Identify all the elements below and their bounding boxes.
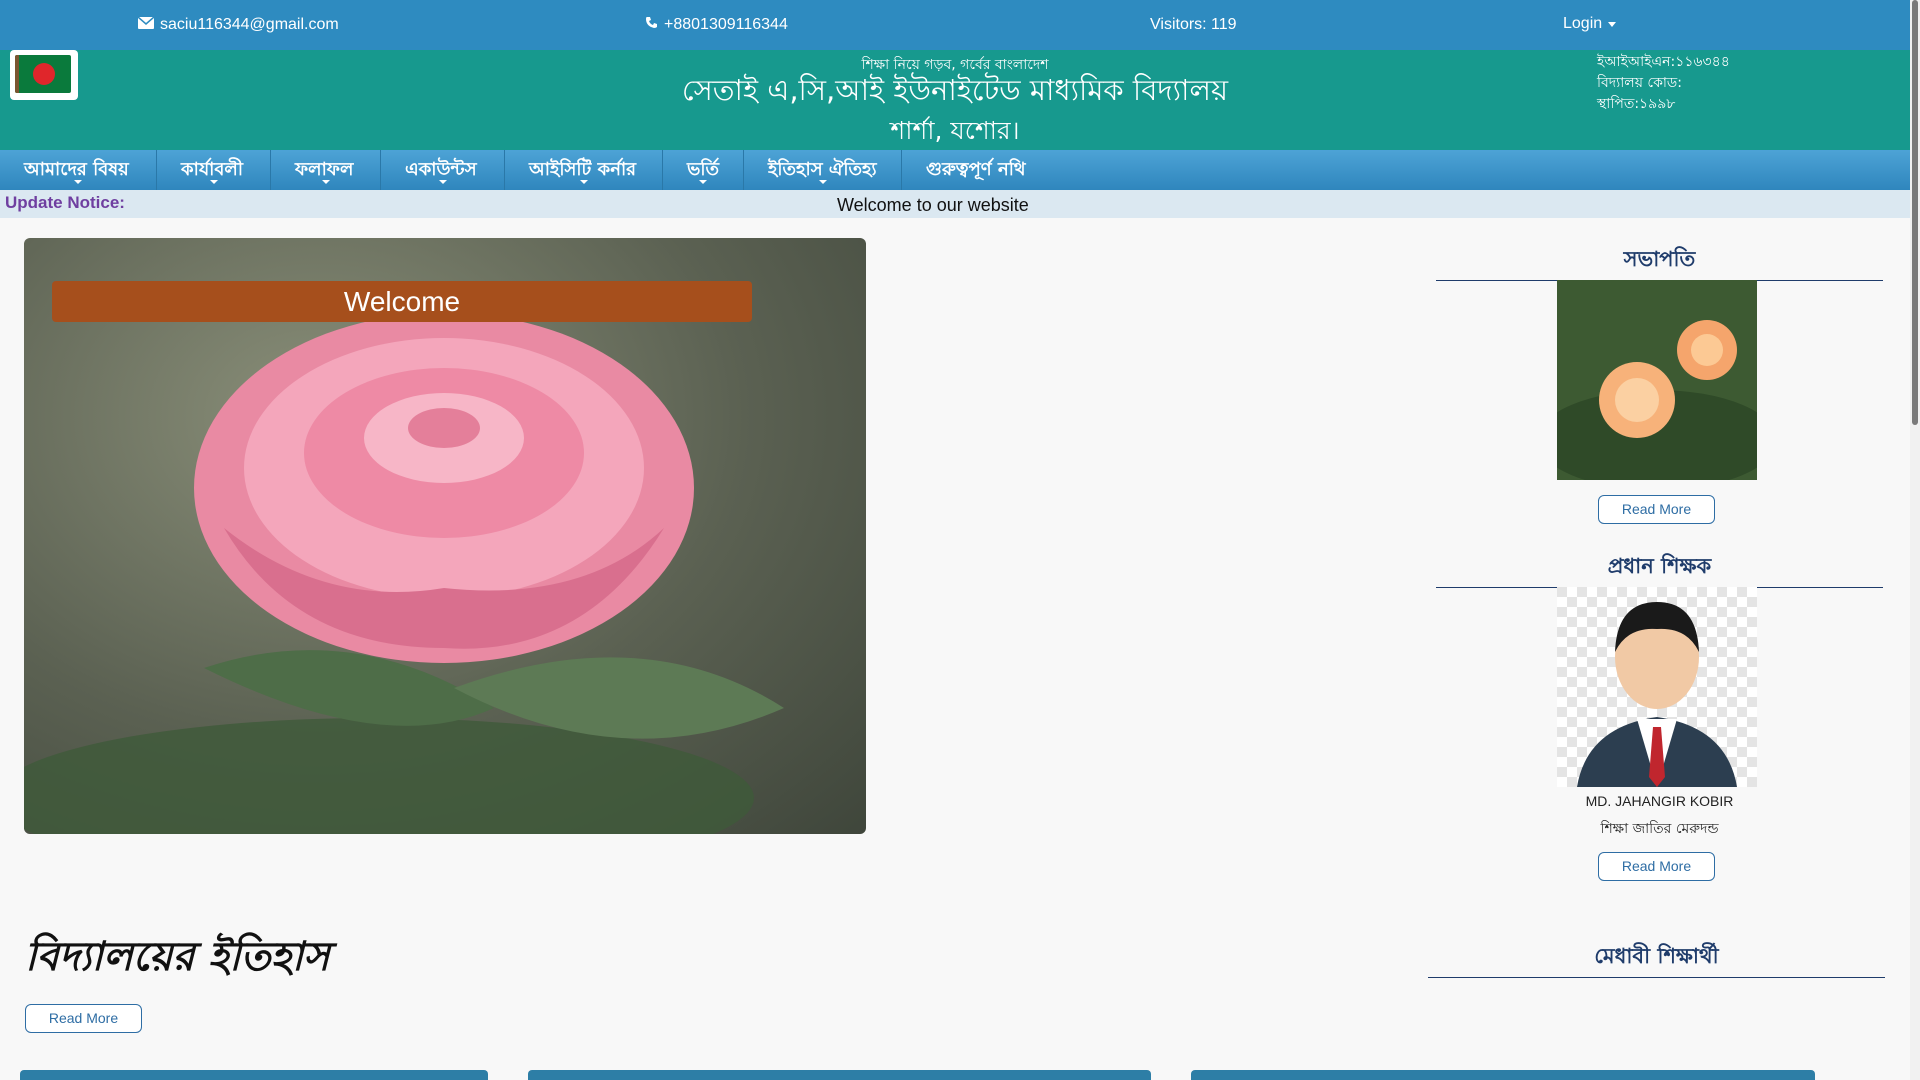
main-nav: আমাদের বিষয় কার্যাবলী ফলাফল একাউন্টস আই… [0,150,1910,190]
president-read-more-button[interactable]: Read More [1598,495,1715,524]
school-code: বিদ্যালয় কোড: [1597,75,1682,91]
history-read-more-button[interactable]: Read More [25,1004,142,1033]
login-dropdown[interactable]: Login [1563,15,1617,33]
visitors-text: Visitors: 119 [1150,16,1237,33]
caret-down-icon [699,180,707,184]
nav-item-results[interactable]: ফলাফল [271,150,381,190]
president-title: সভাপতি [1436,243,1883,281]
site-header: শিক্ষা নিয়ে গড়ব, গর্বের বাংলাদেশ সেতাই… [0,50,1910,150]
email-link[interactable]: saciu116344@gmail.com [137,16,339,34]
nav-item-ict-corner[interactable]: আইসিটি কর্নার [505,150,663,190]
school-location: শার্শা, যশোর। [890,116,1020,145]
nav-item-history-heritage[interactable]: ইতিহাস ঐতিহ্য [744,150,902,190]
login-label: Login [1563,15,1603,32]
scrollbar-thumb[interactable] [1912,0,1918,425]
caret-down-icon [438,180,447,184]
rose-image [24,313,784,834]
caret-down-icon [321,180,330,184]
caret-down-icon [818,180,827,184]
nav-item-admission[interactable]: ভর্তি [663,150,744,190]
headmaster-title: প্রধান শিক্ষক [1436,550,1883,588]
envelope-icon [137,16,155,34]
nav-label: গুরুত্বপূর্ণ নথি [926,158,1026,180]
caret-down-icon [579,180,588,184]
nav-item-important-documents[interactable]: গুরুত্বপূর্ণ নথি [902,150,1058,190]
caret-down-icon [1608,21,1617,27]
top-bar: saciu116344@gmail.com +8801309116344 Vis… [0,0,1910,50]
bottom-panel-center [528,1070,1151,1080]
bottom-panel-right [1191,1070,1815,1080]
nav-item-our-subjects[interactable]: আমাদের বিষয় [0,150,157,190]
nav-item-activities[interactable]: কার্যাবলী [157,150,271,190]
caret-down-icon [74,180,82,184]
phone-text: +8801309116344 [664,16,788,33]
notice-ticker-text: Welcome to our website [837,195,1029,215]
nav-item-accounts[interactable]: একাউন্টস [381,150,505,190]
school-info: ইআইআইএন:১১৬৩৪৪ বিদ্যালয় কোড: স্থাপিত:১৯… [1597,52,1730,115]
update-notice-bar: Update Notice: Welcome to our website [0,190,1910,218]
school-history-title: বিদ্যালয়ের ইতিহাস [25,933,330,980]
phone-icon [645,16,658,34]
headmaster-read-more-button[interactable]: Read More [1598,852,1715,881]
established-year: স্থাপিত:১৯৯৮ [1597,96,1676,112]
phone-link[interactable]: +8801309116344 [645,16,788,34]
caret-down-icon [209,180,218,184]
president-photo [1557,280,1757,480]
slider-caption: Welcome [52,281,752,322]
page-scrollbar[interactable] [1910,0,1920,1080]
meritorious-students-title: মেধাবী শিক্ষার্থী [1428,940,1885,978]
email-text: saciu116344@gmail.com [160,16,339,33]
headmaster-name: MD. JAHANGIR KOBIR [1585,793,1734,809]
bottom-panel-left [20,1070,488,1080]
visitors-count: Visitors: 119 [1150,16,1237,34]
page: saciu116344@gmail.com +8801309116344 Vis… [0,0,1910,1080]
notice-label: Update Notice: [5,193,125,212]
headmaster-photo [1557,587,1757,787]
headmaster-quote: শিক্ষা জাতির মেরুদন্ড [1600,821,1719,837]
image-slider[interactable]: Welcome [24,238,866,834]
eiin-number: ইআইআইএন:১১৬৩৪৪ [1597,54,1730,70]
